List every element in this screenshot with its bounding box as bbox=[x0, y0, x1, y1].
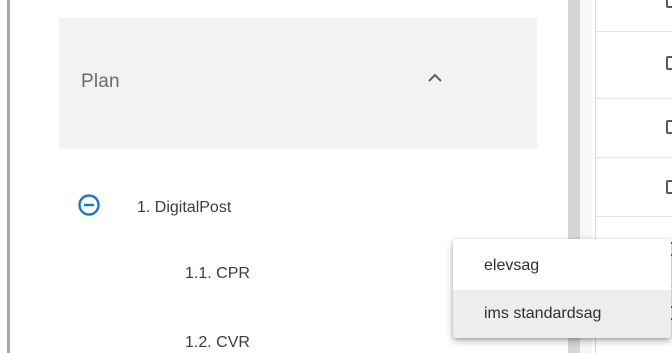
chevron-up-icon[interactable] bbox=[424, 67, 446, 89]
accordion-title: Plan bbox=[81, 71, 120, 92]
page-root: Plan 1. DigitalPost 1.1. CPR 1.2. CVR el… bbox=[0, 0, 672, 353]
table-row-divider bbox=[596, 216, 672, 217]
menu-item-ims-standardsag[interactable]: ims standardsag bbox=[453, 290, 671, 338]
plan-accordion-header[interactable]: Plan bbox=[59, 18, 537, 149]
minus-circle-icon[interactable] bbox=[77, 193, 101, 217]
tree-node-cvr[interactable]: 1.2. CVR bbox=[185, 334, 250, 352]
row-checkbox[interactable] bbox=[666, 180, 672, 194]
table-row-divider bbox=[596, 157, 672, 158]
tree-node-digitalpost[interactable]: 1. DigitalPost bbox=[137, 199, 231, 217]
table-row-divider bbox=[596, 31, 672, 32]
tree-node-cpr[interactable]: 1.1. CPR bbox=[185, 265, 250, 283]
row-checkbox[interactable] bbox=[666, 0, 672, 8]
panel-left-border bbox=[7, 0, 10, 353]
table-row-divider bbox=[596, 98, 672, 99]
row-checkbox[interactable] bbox=[666, 120, 672, 134]
case-type-dropdown-menu: elevsag ims standardsag bbox=[453, 239, 671, 338]
menu-item-elevsag[interactable]: elevsag bbox=[453, 242, 671, 290]
row-checkbox[interactable] bbox=[666, 56, 672, 70]
